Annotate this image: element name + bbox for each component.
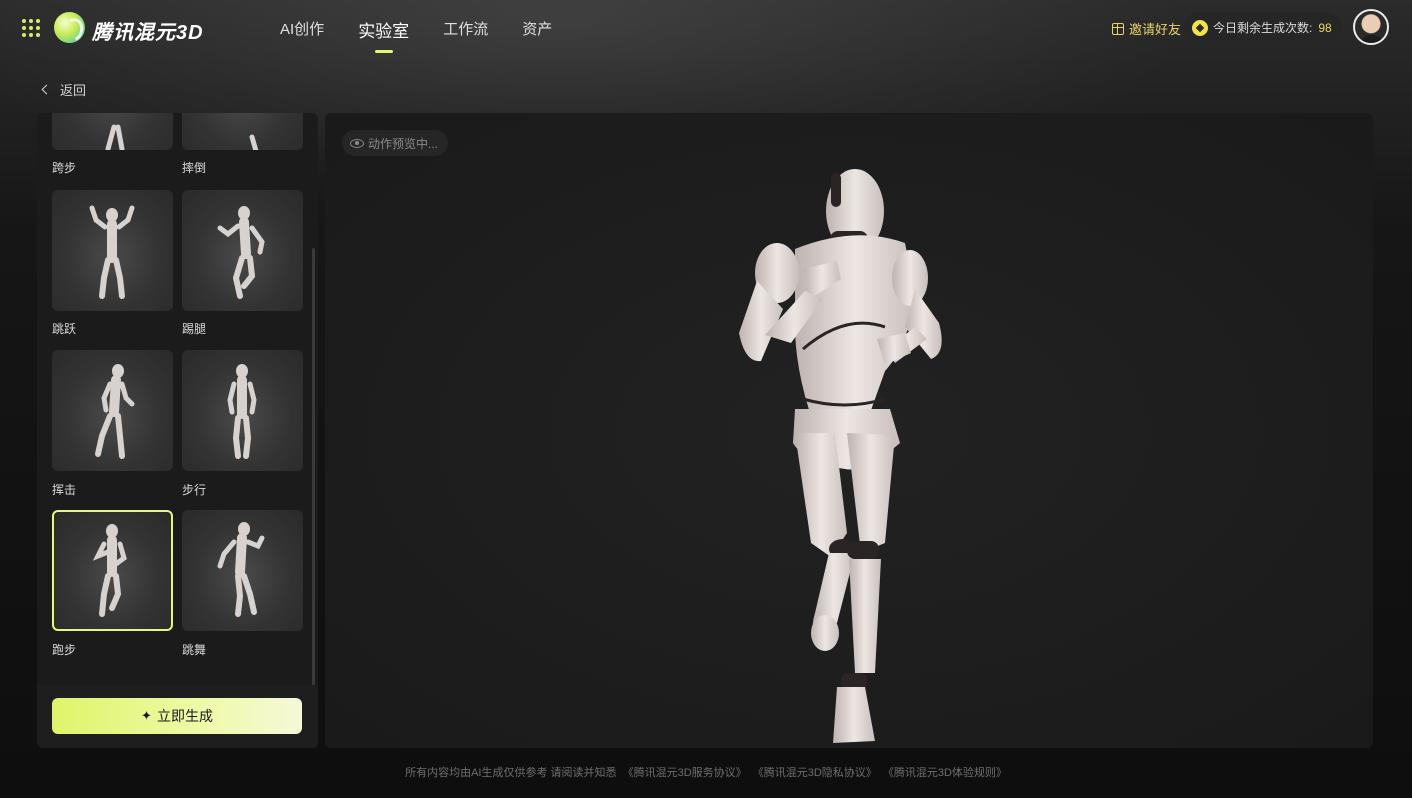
apps-grid-icon[interactable] bbox=[22, 19, 40, 37]
motion-list[interactable]: 跨步 摔倒 跳跃 踢腿 挥击 步行 跑步 跳舞 bbox=[37, 113, 318, 685]
motion-label: 跑步 bbox=[52, 643, 77, 657]
motion-card-fall[interactable] bbox=[182, 113, 303, 150]
logo-icon[interactable] bbox=[54, 12, 85, 43]
figure-thumbnail bbox=[217, 206, 265, 299]
footer-disclaimer: 所有内容均由AI生成仅供参考 请阅读并知悉 bbox=[405, 767, 617, 779]
invite-friends-link[interactable]: 邀请好友 bbox=[1112, 19, 1181, 38]
nav-item-lab[interactable]: 实验室 bbox=[358, 17, 409, 53]
top-bar: 腾讯混元3D AI创作 实验室 工作流 资产 邀请好友 今日剩余生成次数: 98 bbox=[0, 0, 1412, 56]
credits-label: 今日剩余生成次数: bbox=[1213, 21, 1313, 35]
coin-icon bbox=[1192, 19, 1208, 36]
running-mannequin bbox=[739, 169, 942, 743]
credits-value: 98 bbox=[1318, 20, 1332, 35]
motion-card-punch[interactable] bbox=[52, 350, 173, 471]
main-nav: AI创作 实验室 工作流 资产 bbox=[280, 17, 586, 53]
motion-label: 跨步 bbox=[52, 161, 77, 175]
figure-thumbnail bbox=[227, 364, 257, 459]
logo-text[interactable]: 腾讯混元3D bbox=[92, 16, 204, 45]
figure-thumbnail bbox=[105, 124, 125, 150]
generate-button[interactable]: ✦ 立即生成 bbox=[52, 698, 302, 734]
motion-label: 摔倒 bbox=[182, 161, 207, 175]
invite-label: 邀请好友 bbox=[1129, 22, 1182, 37]
back-button[interactable]: 返回 bbox=[40, 80, 86, 99]
motion-preview-canvas[interactable]: 动作预览中... bbox=[325, 113, 1373, 748]
motion-panel: 跨步 摔倒 跳跃 踢腿 挥击 步行 跑步 跳舞 ✦ 立即生成 bbox=[37, 113, 318, 748]
generate-label: 立即生成 bbox=[156, 708, 213, 724]
nav-item-workflow[interactable]: 工作流 bbox=[443, 18, 488, 42]
footer: 所有内容均由AI生成仅供参考 请阅读并知悉 《腾讯混元3D服务协议》 《腾讯混元… bbox=[0, 764, 1412, 780]
credits-badge: 今日剩余生成次数: 98 bbox=[1184, 12, 1342, 43]
figure-thumbnail bbox=[95, 364, 135, 459]
figure-thumbnail bbox=[92, 524, 127, 617]
panel-bottom: ✦ 立即生成 bbox=[37, 685, 318, 748]
motion-card-run[interactable] bbox=[52, 510, 173, 631]
motion-label: 跳舞 bbox=[182, 643, 207, 657]
motion-card-jump[interactable] bbox=[52, 190, 173, 311]
motion-card-stride[interactable] bbox=[52, 113, 173, 150]
nav-item-ai-create[interactable]: AI创作 bbox=[280, 18, 324, 42]
figure-thumbnail bbox=[217, 522, 265, 617]
motion-label: 踢腿 bbox=[182, 322, 207, 336]
nav-item-assets[interactable]: 资产 bbox=[522, 18, 552, 42]
motion-card-dance[interactable] bbox=[182, 510, 303, 631]
experience-rules-link[interactable]: 《腾讯混元3D体验规则》 bbox=[883, 767, 1007, 779]
figure-thumbnail bbox=[249, 134, 259, 150]
back-label: 返回 bbox=[60, 83, 87, 98]
service-agreement-link[interactable]: 《腾讯混元3D服务协议》 bbox=[623, 767, 747, 779]
motion-label: 跳跃 bbox=[52, 322, 77, 336]
motion-card-walk[interactable] bbox=[182, 350, 303, 471]
figure-thumbnail bbox=[89, 205, 135, 299]
gift-icon bbox=[1112, 22, 1124, 35]
motion-label: 挥击 bbox=[52, 483, 77, 497]
sparkle-icon: ✦ bbox=[141, 708, 152, 723]
avatar[interactable] bbox=[1353, 9, 1389, 45]
motion-label: 步行 bbox=[182, 483, 207, 497]
scrollbar[interactable] bbox=[312, 248, 315, 685]
motion-card-kick[interactable] bbox=[182, 190, 303, 311]
chevron-left-icon bbox=[41, 84, 52, 95]
privacy-agreement-link[interactable]: 《腾讯混元3D隐私协议》 bbox=[753, 767, 877, 779]
